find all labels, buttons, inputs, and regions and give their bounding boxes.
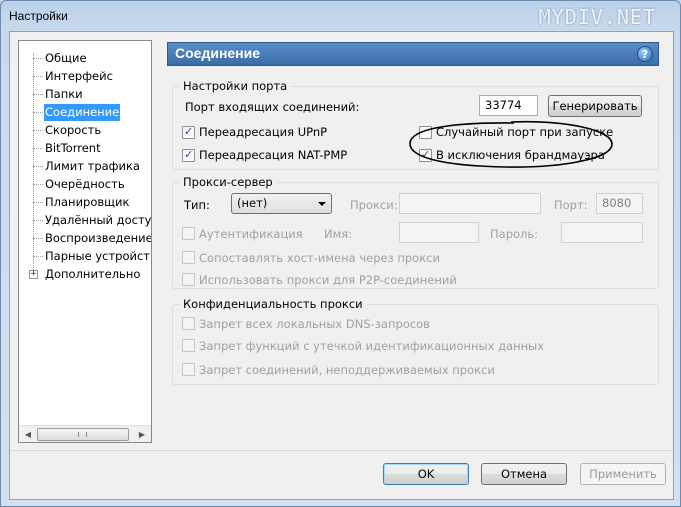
- tree-horizontal-scrollbar[interactable]: ◀ ▶: [19, 425, 151, 442]
- proxy-privacy-title: Конфиденциальность прокси: [179, 297, 367, 311]
- upnp-label: Переадресация UPnP: [199, 125, 328, 139]
- incoming-port-label: Порт входящих соединений:: [185, 100, 360, 114]
- proxy-type-select[interactable]: (нет): [231, 193, 332, 214]
- scrollbar-thumb[interactable]: [37, 428, 129, 441]
- sidebar-item-label: Парные устройства: [45, 249, 152, 263]
- window-title: Настройки: [9, 9, 68, 23]
- dialog-client: Общие Интерфейс Папки Соединение Скорость Bit…: [9, 31, 674, 500]
- sidebar-item-label: Дополнительно: [45, 267, 141, 281]
- proxy-auth-checkbox[interactable]: [182, 227, 195, 240]
- sidebar-item[interactable]: Удалённый доступ: [19, 212, 152, 229]
- apply-button[interactable]: Применить: [580, 463, 666, 485]
- watermark: MYDIV.NET: [538, 5, 656, 29]
- tree-connector: [33, 112, 43, 113]
- title-bar[interactable]: Настройки MYDIV.NET: [1, 1, 680, 31]
- proxy-host-label: Прокси:: [350, 198, 398, 212]
- sidebar-item-label: Очерёдность: [45, 177, 125, 191]
- scroll-right-icon[interactable]: ▶: [134, 427, 150, 442]
- sidebar-item-label: Удалённый доступ: [45, 213, 152, 227]
- settings-window: Настройки MYDIV.NET Общие Интерфейс Папки С…: [0, 0, 681, 507]
- sidebar-item[interactable]: Лимит трафика: [19, 158, 151, 175]
- grip-icon: [78, 432, 87, 437]
- sidebar-item-label: Планировщик: [45, 195, 130, 209]
- block-dns-checkbox[interactable]: [182, 317, 195, 330]
- proxy-port-input[interactable]: 8080: [596, 193, 643, 214]
- incoming-port-input[interactable]: 33774: [479, 95, 538, 116]
- p2p-proxy-label: Использовать прокси для P2P-соединений: [199, 273, 457, 287]
- sidebar-item[interactable]: Планировщик: [19, 194, 151, 211]
- sidebar-item[interactable]: Интерфейс: [19, 68, 151, 85]
- settings-tree: Общие Интерфейс Папки Соединение Скорость Bit…: [18, 40, 152, 443]
- proxy-password-input[interactable]: [561, 222, 643, 243]
- proxy-password-label: Пароль:: [490, 227, 539, 241]
- sidebar-item[interactable]: Общие: [19, 50, 151, 67]
- hand-drawn-ellipse: [409, 120, 613, 168]
- tree-connector: [33, 202, 43, 203]
- panel-title: Соединение: [175, 45, 261, 61]
- proxy-host-input[interactable]: [399, 193, 541, 214]
- sidebar-item[interactable]: Папки: [19, 86, 151, 103]
- proxy-username-input[interactable]: [399, 222, 479, 243]
- sidebar-item-label: Общие: [45, 51, 87, 65]
- tree-connector: [33, 220, 43, 221]
- sidebar-item[interactable]: Скорость: [19, 122, 151, 139]
- proxy-auth-label: Аутентификация: [199, 227, 303, 241]
- proxy-port-label: Порт:: [554, 198, 588, 212]
- p2p-proxy-checkbox[interactable]: [182, 273, 195, 286]
- generate-button[interactable]: Генерировать: [548, 95, 642, 117]
- tree-connector: [33, 166, 43, 167]
- block-leaks-label: Запрет функций с утечкой идентификационн…: [199, 339, 544, 353]
- tree-connector: [33, 130, 43, 131]
- sidebar-item-label: Интерфейс: [45, 69, 113, 83]
- check-mark-icon: ✓: [184, 148, 194, 161]
- map-hostnames-checkbox[interactable]: [182, 251, 195, 264]
- proxy-type-label: Тип:: [184, 198, 210, 212]
- sidebar-item-label: Скорость: [45, 123, 102, 137]
- panel-header: Соединение ?: [167, 42, 659, 66]
- sidebar-item-label: Соединение: [44, 104, 121, 121]
- sidebar-item[interactable]: BitTorrent: [19, 140, 151, 157]
- map-hostnames-label: Сопоставлять хост-имена через прокси: [199, 251, 440, 265]
- sidebar-item-label: Воспроизведение: [45, 231, 152, 245]
- tree-connector: [33, 94, 43, 95]
- block-dns-label: Запрет всех локальных DNS-запросов: [199, 317, 430, 331]
- ok-button[interactable]: OK: [383, 463, 469, 485]
- tree-connector: [33, 76, 43, 77]
- sidebar-item[interactable]: + Дополнительно: [19, 266, 151, 283]
- button-strip: OK Отмена Применить: [10, 451, 673, 499]
- help-icon[interactable]: ?: [637, 46, 653, 62]
- sidebar-item[interactable]: Парные устройства: [19, 248, 152, 265]
- sidebar-item-label: Папки: [45, 87, 83, 101]
- check-mark-icon: ✓: [184, 125, 194, 138]
- natpmp-checkbox[interactable]: ✓: [182, 148, 195, 162]
- scroll-left-icon[interactable]: ◀: [20, 427, 36, 442]
- natpmp-label: Переадресация NAT-PMP: [199, 148, 348, 162]
- block-unsupported-label: Запрет соединений, неподдерживаемых прок…: [199, 363, 495, 377]
- sidebar-item-label: Лимит трафика: [45, 159, 140, 173]
- proxy-title: Прокси-сервер: [179, 175, 277, 189]
- tree-connector: [33, 256, 43, 257]
- sidebar-item[interactable]: Очерёдность: [19, 176, 151, 193]
- proxy-type-value: (нет): [237, 196, 268, 210]
- upnp-checkbox[interactable]: ✓: [182, 125, 195, 139]
- tree-connector: [33, 58, 43, 59]
- sidebar-item[interactable]: Воспроизведение: [19, 230, 152, 247]
- cancel-button[interactable]: Отмена: [481, 463, 567, 485]
- tree-connector: [33, 148, 43, 149]
- block-leaks-checkbox[interactable]: [182, 339, 195, 352]
- chevron-down-icon: [318, 202, 326, 206]
- tree-connector: [33, 184, 43, 185]
- block-unsupported-checkbox[interactable]: [182, 363, 195, 376]
- sidebar-item[interactable]: Соединение: [19, 104, 151, 121]
- tree-connector: [33, 238, 43, 239]
- expand-plus-icon[interactable]: +: [29, 270, 38, 279]
- sidebar-item-label: BitTorrent: [45, 141, 101, 155]
- proxy-username-label: Имя:: [324, 227, 353, 241]
- port-settings-title: Настройки порта: [179, 79, 292, 93]
